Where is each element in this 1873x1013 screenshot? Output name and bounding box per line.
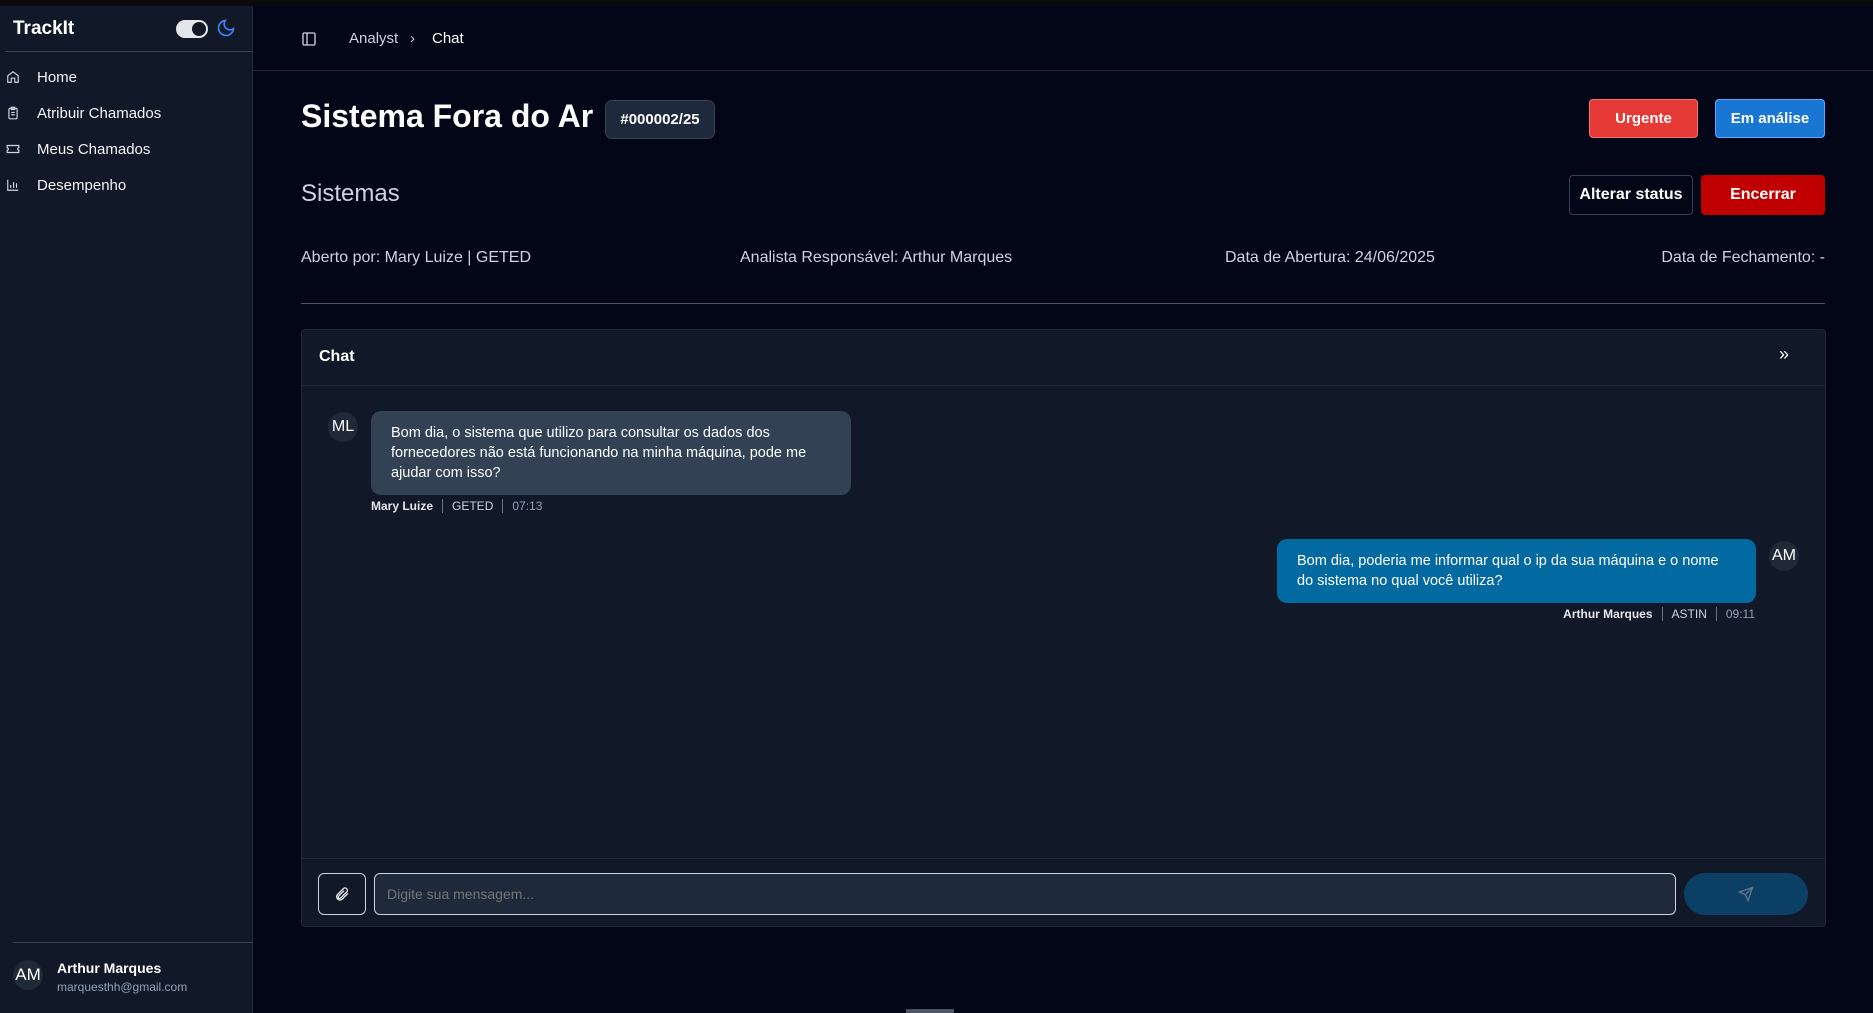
responsible-analyst: Analista Responsável: Arthur Marques [740,249,1013,266]
clipboard-icon [8,106,18,120]
avatar: ML [328,412,358,442]
message-input[interactable] [374,873,1676,915]
opened-by: Aberto por: Mary Luize | GETED [301,249,532,266]
bar-chart-icon [7,179,19,191]
sidebar-item-atribuir-chamados[interactable]: Atribuir Chamados [0,98,253,128]
sidebar-item-label: Desempenho [37,176,127,194]
sidebar-toggle-icon[interactable] [301,31,317,47]
message-bubble: Bom dia, poderia me informar qual o ip d… [1277,539,1756,603]
page-title: Sistema Fora do Ar [301,98,594,134]
scroll-handle[interactable] [906,1009,954,1013]
collapse-chat-icon[interactable]: » [1779,344,1789,365]
user-name: Arthur Marques [57,960,162,976]
breadcrumb-analyst[interactable]: Analyst [349,30,398,47]
user-avatar[interactable]: AM [13,960,43,990]
sidebar-item-label: Home [37,68,78,86]
chat-input-area [302,858,1825,928]
breadcrumb-current: Chat [432,30,464,47]
divider [5,51,253,52]
sidebar-item-label: Meus Chamados [37,140,151,158]
message-dept: ASTIN [1671,607,1707,621]
divider [13,942,253,943]
theme-toggle[interactable] [176,20,208,38]
sidebar-item-meus-chamados[interactable]: Meus Chamados [0,134,253,164]
moon-icon[interactable] [216,18,236,38]
message-bubble: Bom dia, o sistema que utilizo para cons… [371,411,851,495]
sidebar-item-home[interactable]: Home [0,62,253,92]
send-button[interactable] [1684,873,1808,915]
ticket-id-badge: #000002/25 [605,100,715,139]
message-time: 07:13 [512,499,543,513]
send-icon [1738,886,1754,902]
close-date: Data de Fechamento: - [1661,249,1825,266]
ticket-category: Sistemas [301,180,400,207]
alter-status-button[interactable]: Alterar status [1569,175,1693,215]
home-icon [7,71,19,83]
message-dept: GETED [452,499,494,513]
message-time: 09:11 [1725,607,1755,621]
close-ticket-button[interactable]: Encerrar [1701,175,1825,215]
app-logo: TrackIt [13,18,75,39]
priority-badge: Urgente [1589,99,1698,138]
chat-panel: Chat » ML Bom dia, o sistema que utilizo… [301,329,1826,927]
divider [253,70,1873,71]
message-meta: Arthur Marques ASTIN 09:11 [1563,607,1755,621]
user-email: marquesthh@gmail.com [57,980,188,994]
divider [301,303,1825,304]
chat-header: Chat » [302,330,1825,386]
message-meta: Mary Luize GETED 07:13 [371,499,542,513]
sidebar-item-desempenho[interactable]: Desempenho [0,170,253,200]
ticket-icon [6,144,20,154]
sidebar: TrackIt Home Atribuir Chamados Meus Cham… [0,6,253,1013]
message-author: Arthur Marques [1563,607,1653,621]
window-top-bar [0,0,1873,6]
chevron-right-icon: › [410,30,415,47]
sidebar-item-label: Atribuir Chamados [37,104,162,122]
status-badge: Em análise [1715,99,1825,138]
avatar: AM [1769,541,1799,571]
attach-button[interactable] [318,873,366,915]
open-date: Data de Abertura: 24/06/2025 [1225,249,1435,266]
chat-title: Chat [319,348,355,365]
paperclip-icon [336,887,349,901]
message-author: Mary Luize [371,499,434,513]
